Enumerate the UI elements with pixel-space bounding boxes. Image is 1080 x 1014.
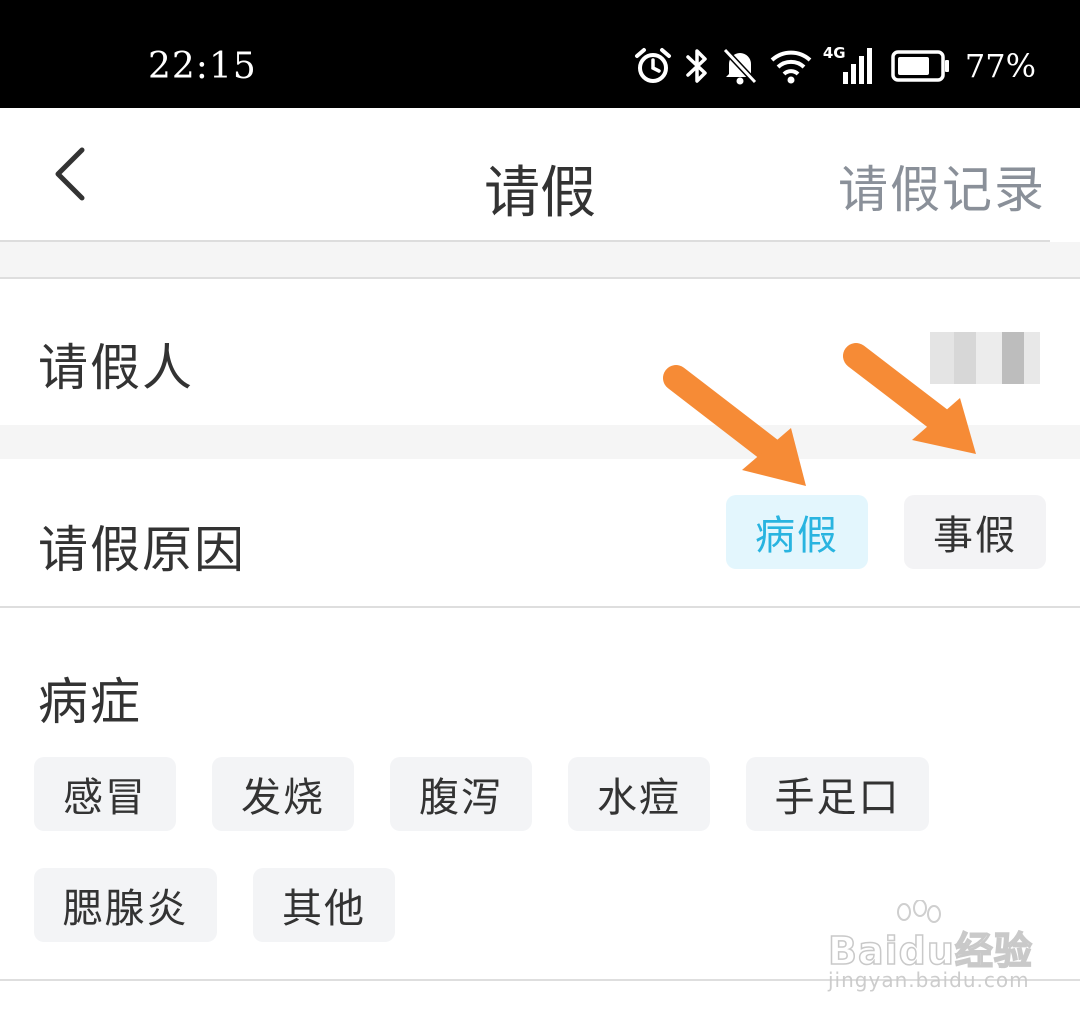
divider	[0, 979, 1080, 981]
status-bar: 22:15 4G 77%	[0, 0, 1080, 108]
battery-icon	[891, 48, 951, 84]
wifi-icon	[769, 46, 813, 86]
symptom-tag-chickenpox[interactable]: 水痘	[568, 757, 710, 831]
status-time: 22:15	[148, 46, 257, 87]
symptom-tag-hand-foot-mouth[interactable]: 手足口	[746, 757, 929, 831]
mute-icon	[721, 46, 759, 86]
applicant-label: 请假人	[38, 339, 194, 397]
symptom-tag-fever[interactable]: 发烧	[212, 757, 354, 831]
divider	[0, 606, 1080, 608]
symptoms-label: 病症	[38, 673, 142, 731]
baidu-watermark: Baidu经验 jingyan.baidu.com	[827, 900, 1048, 1000]
symptom-tag-cold[interactable]: 感冒	[34, 757, 176, 831]
chevron-left-icon	[50, 144, 90, 208]
applicant-name-blurred	[930, 332, 1040, 384]
symptom-tag-diarrhea[interactable]: 腹泻	[390, 757, 532, 831]
paw-logo-icon	[897, 900, 941, 923]
battery-percent: 77%	[964, 47, 1036, 85]
symptom-tag-mumps[interactable]: 腮腺炎	[34, 868, 217, 942]
section-gap	[0, 425, 1080, 459]
signal-4g-icon: 4G	[823, 44, 875, 88]
section-gap	[0, 242, 1080, 278]
alarm-icon	[633, 46, 673, 86]
divider	[0, 277, 1080, 279]
symptom-tag-other[interactable]: 其他	[253, 868, 395, 942]
leave-record-link[interactable]: 请假记录	[838, 150, 1046, 222]
reason-label: 请假原因	[38, 521, 246, 579]
back-button[interactable]	[40, 140, 100, 212]
watermark-brand: Baidu经验	[827, 928, 1033, 974]
status-icons: 4G 77%	[633, 44, 1036, 88]
reason-option-personal-leave[interactable]: 事假	[904, 495, 1046, 569]
bluetooth-icon	[683, 46, 711, 86]
reason-option-sick-leave[interactable]: 病假	[726, 495, 868, 569]
